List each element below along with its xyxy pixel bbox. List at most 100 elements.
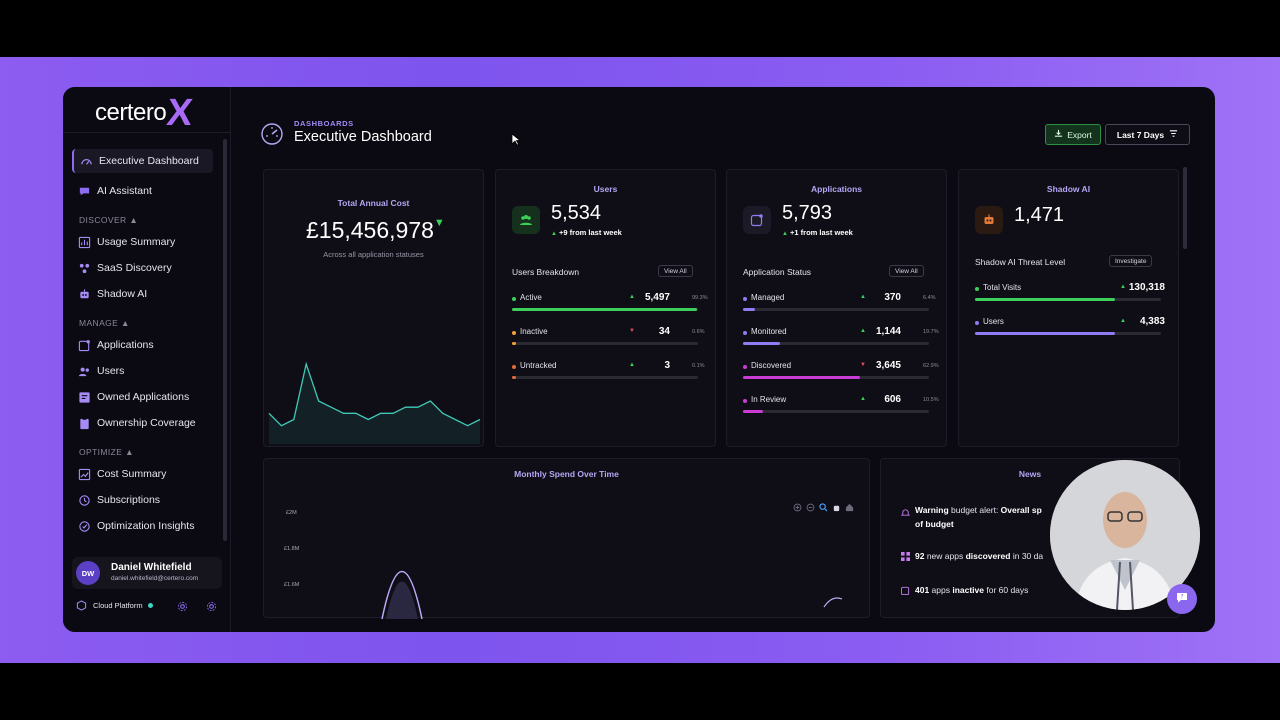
sidebar-item-ai-assistant[interactable]: AI Assistant bbox=[72, 179, 213, 203]
sidebar-item-cost-summary[interactable]: Cost Summary bbox=[72, 462, 213, 486]
export-button[interactable]: Export bbox=[1045, 124, 1101, 145]
date-range-button[interactable]: Last 7 Days bbox=[1105, 124, 1190, 145]
sidebar-item-optimization-insights[interactable]: Optimization Insights bbox=[72, 514, 213, 538]
investigate-button[interactable]: Investigate bbox=[1109, 255, 1153, 267]
settings-icon[interactable] bbox=[177, 599, 188, 612]
applications-value: 5,793 bbox=[782, 202, 833, 224]
down-arrow-icon: ▼ bbox=[629, 328, 635, 334]
status-row[interactable]: Active ▲ 5,497 99.3% bbox=[512, 292, 708, 307]
help-chat-button[interactable]: ? bbox=[1167, 584, 1197, 614]
sidebar-scrollbar[interactable] bbox=[223, 139, 227, 541]
status-row[interactable]: In Review ▲ 606 10.5% bbox=[743, 394, 939, 409]
progress-fill bbox=[743, 410, 763, 413]
chart-toolbar bbox=[793, 499, 854, 517]
status-row[interactable]: Total Visits ▲ 130,318 bbox=[975, 282, 1165, 297]
user-profile-card[interactable]: DW Daniel Whitefield daniel.whitefield@c… bbox=[72, 557, 222, 589]
preferences-icon[interactable] bbox=[206, 599, 217, 612]
progress-bar bbox=[743, 410, 929, 413]
status-percent: 0.1% bbox=[692, 363, 705, 369]
status-label: Inactive bbox=[520, 327, 548, 336]
status-dot bbox=[743, 365, 747, 369]
breadcrumb[interactable]: DASHBOARDS bbox=[294, 119, 354, 128]
status-value: 34 bbox=[658, 326, 670, 337]
status-dot bbox=[743, 399, 747, 403]
progress-bar bbox=[743, 376, 929, 379]
status-percent: 10.5% bbox=[923, 397, 939, 403]
status-row[interactable]: Inactive ▼ 34 0.6% bbox=[512, 326, 705, 341]
status-dot bbox=[147, 603, 153, 608]
users-icon bbox=[78, 365, 91, 378]
reset-home-icon[interactable] bbox=[845, 499, 854, 517]
up-arrow-icon: ▲ bbox=[782, 231, 788, 237]
section-optimize[interactable]: OPTIMIZE ▲ bbox=[79, 447, 134, 457]
down-arrow-icon: ▼ bbox=[860, 362, 866, 368]
zoom-out-icon[interactable] bbox=[806, 499, 815, 517]
sidebar-item-applications[interactable]: Applications bbox=[72, 333, 213, 357]
status-row[interactable]: Users ▲ 4,383 bbox=[975, 316, 1165, 331]
users-change: ▲ +9 from last week bbox=[551, 228, 622, 237]
app-window-icon bbox=[901, 586, 910, 597]
user-name: Daniel Whitefield bbox=[111, 562, 192, 573]
up-arrow-icon: ▲ bbox=[1120, 284, 1126, 290]
status-value: 370 bbox=[884, 292, 901, 303]
section-manage[interactable]: MANAGE ▲ bbox=[79, 318, 130, 328]
main-scrollbar[interactable] bbox=[1183, 167, 1187, 249]
bell-icon bbox=[900, 508, 911, 519]
grid-icon bbox=[901, 552, 910, 563]
download-icon bbox=[1054, 129, 1063, 140]
cost-sparkline bbox=[268, 361, 481, 444]
status-dot bbox=[512, 297, 516, 301]
status-label: Users bbox=[983, 317, 1004, 326]
users-view-all-button[interactable]: View All bbox=[658, 265, 693, 277]
sidebar-item-executive-dashboard[interactable]: Executive Dashboard bbox=[72, 149, 213, 173]
status-dot bbox=[512, 365, 516, 369]
status-label: Monitored bbox=[751, 327, 787, 336]
status-dot bbox=[512, 331, 516, 335]
status-row[interactable]: Managed ▲ 370 6.4% bbox=[743, 292, 936, 307]
filter-icon bbox=[1169, 129, 1178, 140]
status-row[interactable]: Discovered ▼ 3,645 62.9% bbox=[743, 360, 939, 375]
status-dot bbox=[743, 331, 747, 335]
card-title: Shadow AI bbox=[1046, 184, 1091, 194]
status-percent: 6.4% bbox=[923, 295, 936, 301]
progress-fill bbox=[975, 332, 1115, 335]
sidebar-item-subscriptions[interactable]: Subscriptions bbox=[72, 488, 213, 512]
applications-view-all-button[interactable]: View All bbox=[889, 265, 924, 277]
sidebar-item-users[interactable]: Users bbox=[72, 359, 213, 383]
certero-logo[interactable]: certero X bbox=[95, 92, 194, 134]
mouse-cursor-icon bbox=[511, 133, 521, 146]
progress-fill bbox=[512, 342, 516, 345]
progress-bar bbox=[743, 342, 929, 345]
sidebar-item-saas-discovery[interactable]: SaaS Discovery bbox=[72, 256, 213, 280]
status-label: In Review bbox=[751, 395, 787, 404]
section-discover[interactable]: DISCOVER ▲ bbox=[79, 215, 138, 225]
sparkline-area bbox=[269, 364, 480, 444]
magnifier-icon[interactable] bbox=[819, 499, 828, 517]
applications-card: Applications 5,793 ▲ +1 from last week A… bbox=[726, 169, 947, 447]
status-row[interactable]: Untracked ▲ 3 0.1% bbox=[512, 360, 705, 375]
spend-line-end bbox=[823, 597, 843, 608]
sidebar-item-ownership-coverage[interactable]: Ownership Coverage bbox=[72, 411, 213, 435]
owned-apps-icon bbox=[78, 391, 91, 404]
gauge-icon bbox=[80, 155, 93, 168]
avatar: DW bbox=[76, 561, 100, 585]
zoom-in-icon[interactable] bbox=[793, 499, 802, 517]
total-cost-value: £15,456,978▼ bbox=[306, 217, 445, 243]
card-title: Applications bbox=[810, 184, 862, 194]
platform-switcher[interactable]: Cloud Platform bbox=[76, 600, 153, 611]
sidebar-item-owned-applications[interactable]: Owned Applications bbox=[72, 385, 213, 409]
divider bbox=[63, 132, 231, 133]
pan-hand-icon[interactable] bbox=[832, 499, 841, 517]
applications-change: ▲ +1 from last week bbox=[782, 228, 853, 237]
progress-bar bbox=[512, 342, 698, 345]
card-title: Total Annual Cost bbox=[337, 198, 410, 208]
progress-bar bbox=[512, 308, 698, 311]
status-value: 130,318 bbox=[1128, 282, 1165, 293]
insights-icon bbox=[78, 520, 91, 533]
status-value: 3,645 bbox=[875, 360, 901, 371]
sidebar-item-usage-summary[interactable]: Usage Summary bbox=[72, 230, 213, 254]
up-arrow-icon: ▲ bbox=[860, 396, 866, 402]
users-card: Users 5,534 ▲ +9 from last week Users Br… bbox=[495, 169, 716, 447]
status-row[interactable]: Monitored ▲ 1,144 19.7% bbox=[743, 326, 939, 341]
sidebar-item-shadow-ai[interactable]: Shadow AI bbox=[72, 282, 213, 306]
